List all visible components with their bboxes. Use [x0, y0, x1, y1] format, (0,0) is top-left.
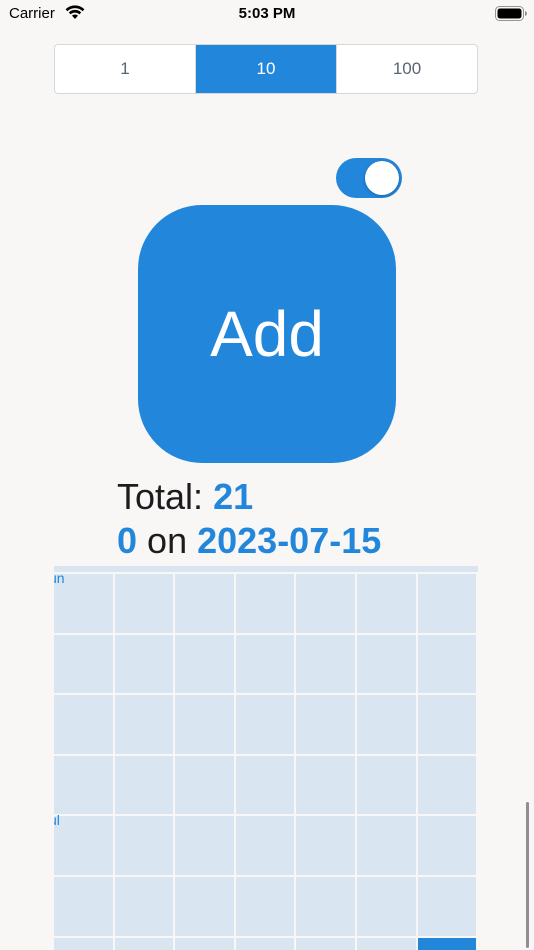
- day-count-date: 2023-07-15: [197, 520, 382, 561]
- heatmap-cell[interactable]: [296, 816, 355, 875]
- heatmap-cell[interactable]: [54, 877, 113, 936]
- heatmap-cell[interactable]: [357, 755, 416, 815]
- heatmap-cell[interactable]: [296, 937, 355, 950]
- month-label: Jun: [54, 570, 65, 586]
- heatmap-cell[interactable]: [114, 816, 174, 875]
- heatmap-cell[interactable]: [175, 695, 234, 754]
- heatmap-cell[interactable]: [235, 816, 295, 875]
- heatmap-cell[interactable]: [54, 816, 113, 875]
- heatmap-cell[interactable]: [114, 574, 174, 633]
- heatmap-cell[interactable]: [175, 634, 234, 694]
- status-bar: Carrier 5:03 PM: [0, 0, 534, 30]
- heatmap-cell[interactable]: [114, 755, 174, 815]
- heatmap-cell[interactable]: [357, 574, 416, 633]
- total-label: Total:: [117, 476, 204, 517]
- heatmap-cell[interactable]: [417, 574, 477, 633]
- segment-100[interactable]: 100: [337, 45, 477, 93]
- heatmap-cell[interactable]: [54, 695, 113, 754]
- heatmap-cell[interactable]: [175, 877, 234, 936]
- heatmap-cell[interactable]: [357, 877, 416, 936]
- heatmap-cell[interactable]: [54, 634, 113, 694]
- heatmap-cell[interactable]: [417, 695, 477, 754]
- heatmap-cell[interactable]: [235, 755, 295, 815]
- heatmap-cell[interactable]: [235, 937, 295, 950]
- heatmap-cell[interactable]: [235, 634, 295, 694]
- activity-heatmap: Jun Jul: [54, 566, 478, 950]
- heatmap-cell[interactable]: [417, 816, 477, 875]
- clock-time: 5:03 PM: [238, 5, 296, 22]
- heatmap-cell[interactable]: [417, 755, 477, 815]
- toggle-switch[interactable]: [336, 158, 402, 198]
- heatmap-cell[interactable]: [296, 574, 355, 633]
- heatmap-cell[interactable]: [175, 755, 234, 815]
- heatmap-cell[interactable]: [114, 937, 174, 950]
- heatmap-cell[interactable]: [175, 574, 234, 633]
- heatmap-cell[interactable]: [357, 816, 416, 875]
- total-line: Total: 21: [117, 476, 253, 518]
- add-button[interactable]: Add: [138, 205, 396, 463]
- heatmap-cell[interactable]: [296, 755, 355, 815]
- scroll-indicator[interactable]: [526, 802, 529, 948]
- heatmap-cell[interactable]: [235, 574, 295, 633]
- battery-icon: [495, 6, 527, 21]
- toggle-knob: [365, 161, 399, 195]
- heatmap-cell[interactable]: [114, 877, 174, 936]
- heatmap-cell[interactable]: [357, 634, 416, 694]
- heatmap-cell[interactable]: [235, 877, 295, 936]
- heatmap-cell[interactable]: [357, 937, 416, 950]
- segment-1[interactable]: 1: [55, 45, 196, 93]
- heatmap-cell[interactable]: [114, 695, 174, 754]
- day-count-connector: on: [147, 520, 188, 561]
- heatmap-cell[interactable]: [296, 634, 355, 694]
- segment-10[interactable]: 10: [196, 45, 337, 93]
- day-count-line: 0 on 2023-07-15: [117, 520, 381, 562]
- heatmap-cell[interactable]: [417, 937, 477, 950]
- heatmap-cell[interactable]: [175, 937, 234, 950]
- heatmap-cell[interactable]: [417, 634, 477, 694]
- heatmap-cell[interactable]: [175, 816, 234, 875]
- heatmap-cell[interactable]: [54, 937, 113, 950]
- heatmap-cell[interactable]: [296, 877, 355, 936]
- heatmap-cell[interactable]: [296, 695, 355, 754]
- increment-segmented-control: 1 10 100: [54, 44, 478, 94]
- total-value: 21: [213, 476, 254, 517]
- day-count-value: 0: [117, 520, 138, 561]
- heatmap-cell[interactable]: [114, 634, 174, 694]
- heatmap-cell[interactable]: [417, 877, 477, 936]
- month-label: Jul: [54, 812, 60, 829]
- heatmap-top-strip: [54, 566, 478, 572]
- heatmap-cell[interactable]: [235, 695, 295, 754]
- heatmap-cell[interactable]: [54, 755, 113, 815]
- heatmap-cell[interactable]: [357, 695, 416, 754]
